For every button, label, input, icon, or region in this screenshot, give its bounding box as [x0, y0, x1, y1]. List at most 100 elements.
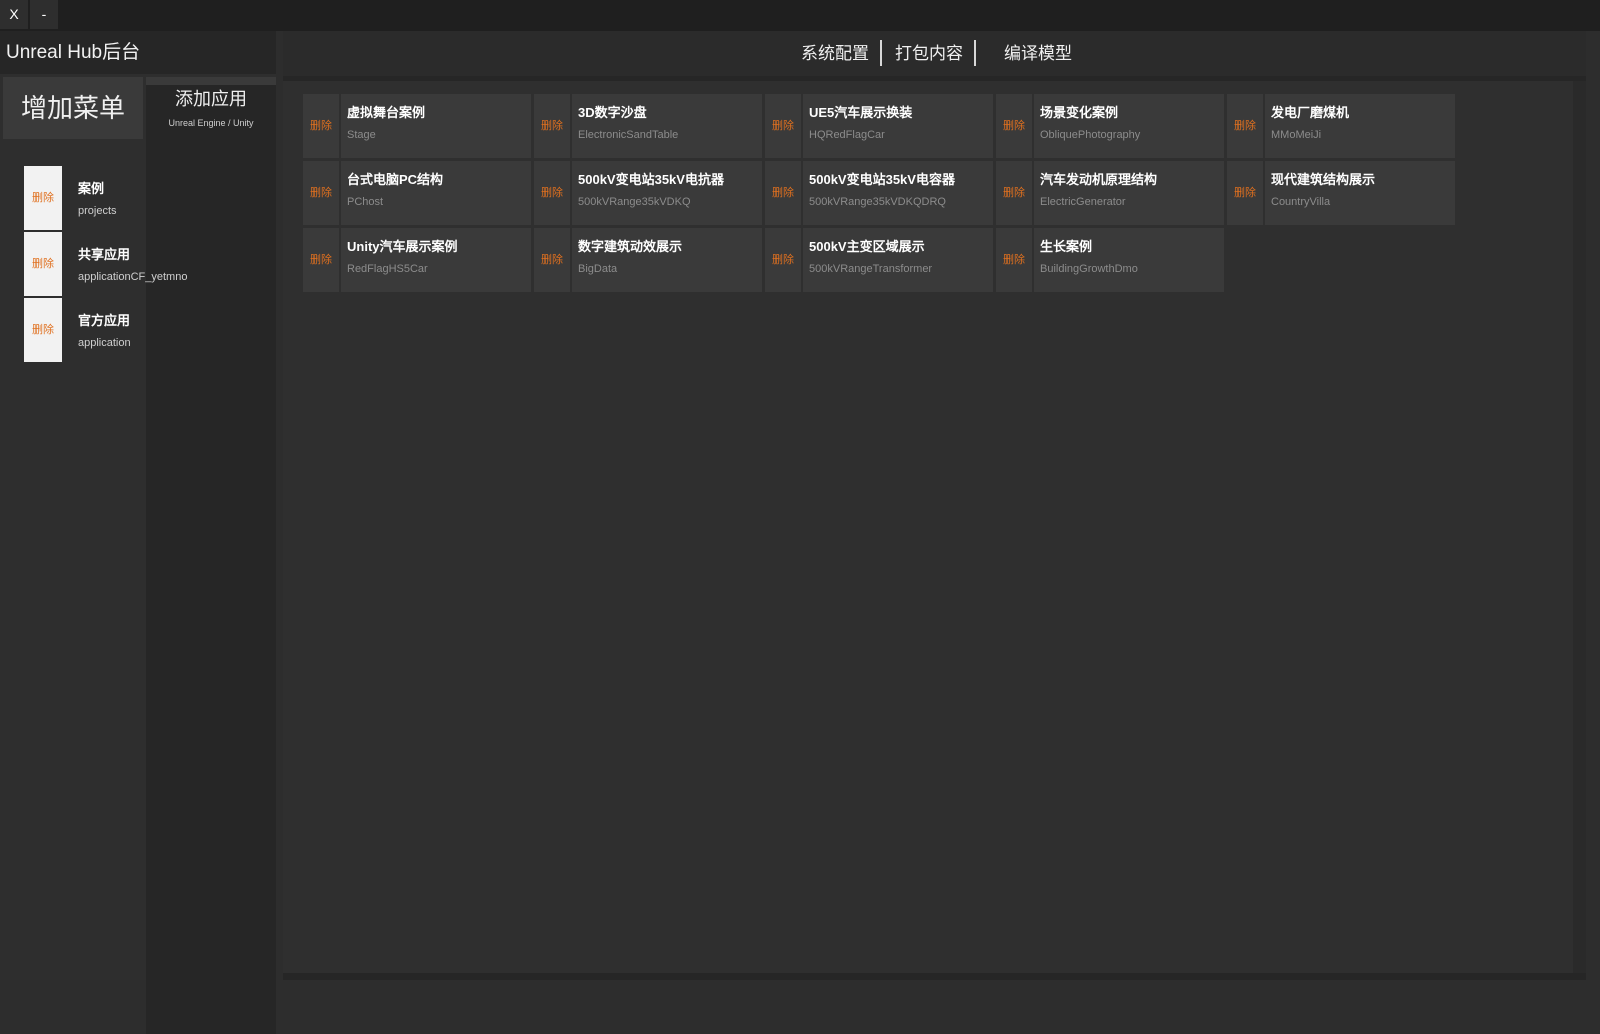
app-card[interactable]: 删除 Unity汽车展示案例 RedFlagHS5Car [303, 228, 531, 292]
menu-item-name: 案例 [78, 181, 105, 196]
title-bar: X - [0, 0, 1600, 31]
card-body[interactable]: 生长案例 BuildingGrowthDmo [1034, 228, 1224, 292]
card-delete-button[interactable]: 删除 [303, 161, 339, 225]
card-body[interactable]: 500kV变电站35kV电容器 500kVRange35kVDKQDRQ [803, 161, 993, 225]
add-app-sublabel: Unreal Engine / Unity [168, 118, 254, 128]
card-delete-button[interactable]: 删除 [996, 161, 1032, 225]
app-card[interactable]: 删除 500kV主变区域展示 500kVRangeTransformer [765, 228, 993, 292]
card-title: 500kV变电站35kV电容器 [809, 172, 955, 187]
card-body[interactable]: 发电厂磨煤机 MMoMeiJi [1265, 94, 1455, 158]
app-card[interactable]: 删除 虚拟舞台案例 Stage [303, 94, 531, 158]
menu-item-id: projects [78, 205, 117, 217]
card-delete-button[interactable]: 删除 [765, 228, 801, 292]
app-card[interactable]: 删除 500kV变电站35kV电容器 500kVRange35kVDKQDRQ [765, 161, 993, 225]
card-body[interactable]: 数字建筑动效展示 BigData [572, 228, 762, 292]
card-body[interactable]: 3D数字沙盘 ElectronicSandTable [572, 94, 762, 158]
menu-item-official-apps[interactable]: 删除 官方应用 application [24, 298, 264, 364]
card-title: 3D数字沙盘 [578, 105, 647, 120]
menu-list: 删除 案例 projects 删除 共享应用 applicationCF_yet… [24, 166, 264, 364]
card-delete-button[interactable]: 删除 [534, 94, 570, 158]
card-delete-button[interactable]: 删除 [1227, 161, 1263, 225]
card-title: UE5汽车展示换装 [809, 105, 913, 120]
app-card[interactable]: 删除 3D数字沙盘 ElectronicSandTable [534, 94, 762, 158]
card-delete-button[interactable]: 删除 [996, 94, 1032, 158]
card-subtitle: CountryVilla [1271, 196, 1331, 208]
app-card[interactable]: 删除 UE5汽车展示换装 HQRedFlagCar [765, 94, 993, 158]
card-subtitle: BuildingGrowthDmo [1040, 263, 1138, 275]
app-card[interactable]: 删除 发电厂磨煤机 MMoMeiJi [1227, 94, 1455, 158]
card-subtitle: MMoMeiJi [1271, 129, 1322, 141]
card-subtitle: ObliquePhotography [1040, 129, 1141, 141]
card-body[interactable]: 500kV变电站35kV电抗器 500kVRange35kVDKQ [572, 161, 762, 225]
app-card[interactable]: 删除 500kV变电站35kV电抗器 500kVRange35kVDKQ [534, 161, 762, 225]
card-title: 现代建筑结构展示 [1271, 172, 1376, 187]
card-delete-button[interactable]: 删除 [765, 161, 801, 225]
app-title: Unreal Hub后台 [0, 31, 276, 74]
menu-item-id: application [78, 337, 131, 349]
app-card[interactable]: 删除 场景变化案例 ObliquePhotography [996, 94, 1224, 158]
app-card[interactable]: 删除 数字建筑动效展示 BigData [534, 228, 762, 292]
card-body[interactable]: 汽车发动机原理结构 ElectricGenerator [1034, 161, 1224, 225]
card-subtitle: BigData [578, 263, 618, 275]
card-delete-button[interactable]: 删除 [303, 228, 339, 292]
menu-delete-button[interactable]: 删除 [24, 166, 62, 230]
menu-item-projects[interactable]: 删除 案例 projects [24, 166, 264, 232]
card-title: Unity汽车展示案例 [347, 239, 458, 254]
card-title: 500kV主变区域展示 [809, 239, 925, 254]
card-subtitle: 500kVRange35kVDKQ [578, 196, 691, 208]
tab-compile-model[interactable]: 编译模型 [1004, 31, 1072, 76]
card-delete-button[interactable]: 删除 [765, 94, 801, 158]
app-card[interactable]: 删除 现代建筑结构展示 CountryVilla [1227, 161, 1455, 225]
card-title: 汽车发动机原理结构 [1040, 172, 1158, 187]
app-card[interactable]: 删除 汽车发动机原理结构 ElectricGenerator [996, 161, 1224, 225]
card-delete-button[interactable]: 删除 [1227, 94, 1263, 158]
card-body[interactable]: 台式电脑PC结构 PChost [341, 161, 531, 225]
nav-divider [974, 40, 976, 66]
card-title: 场景变化案例 [1040, 105, 1119, 120]
top-nav: 系统配置 打包内容 编译模型 [283, 31, 1586, 76]
card-body[interactable]: UE5汽车展示换装 HQRedFlagCar [803, 94, 993, 158]
menu-item-name: 官方应用 [78, 313, 131, 328]
app-card[interactable]: 删除 台式电脑PC结构 PChost [303, 161, 531, 225]
card-subtitle: ElectronicSandTable [578, 129, 679, 141]
card-delete-button[interactable]: 删除 [534, 161, 570, 225]
card-subtitle: 500kVRangeTransformer [809, 263, 933, 275]
add-app-button[interactable]: 添加应用 Unreal Engine / Unity [146, 77, 276, 1034]
card-title: 生长案例 [1040, 239, 1093, 254]
app-grid-area: 删除 虚拟舞台案例 Stage 删除 3D数字沙盘 ElectronicSand… [283, 81, 1573, 973]
card-title: 台式电脑PC结构 [347, 172, 444, 187]
minimize-button[interactable]: - [30, 0, 58, 29]
menu-item-shared-apps[interactable]: 删除 共享应用 applicationCF_yetmno [24, 232, 264, 298]
menu-item-id: applicationCF_yetmno [78, 271, 188, 283]
card-body[interactable]: Unity汽车展示案例 RedFlagHS5Car [341, 228, 531, 292]
card-title: 虚拟舞台案例 [347, 105, 426, 120]
app-card[interactable]: 删除 生长案例 BuildingGrowthDmo [996, 228, 1224, 292]
card-delete-button[interactable]: 删除 [534, 228, 570, 292]
scrollbar-track[interactable] [1573, 81, 1586, 973]
menu-delete-button[interactable]: 删除 [24, 232, 62, 296]
card-body[interactable]: 500kV主变区域展示 500kVRangeTransformer [803, 228, 993, 292]
add-menu-button[interactable]: 增加菜单 [3, 77, 143, 139]
card-title: 500kV变电站35kV电抗器 [578, 172, 724, 187]
card-subtitle: PChost [347, 196, 384, 208]
card-body[interactable]: 场景变化案例 ObliquePhotography [1034, 94, 1224, 158]
card-body[interactable]: 现代建筑结构展示 CountryVilla [1265, 161, 1455, 225]
tab-system-config[interactable]: 系统配置 [801, 31, 869, 76]
card-subtitle: Stage [347, 129, 376, 141]
card-body[interactable]: 虚拟舞台案例 Stage [341, 94, 531, 158]
card-title: 发电厂磨煤机 [1271, 105, 1350, 120]
card-title: 数字建筑动效展示 [578, 239, 683, 254]
card-subtitle: HQRedFlagCar [809, 129, 885, 141]
main-panel: 系统配置 打包内容 编译模型 删除 虚拟舞台案例 Stage 删除 3D数字沙盘… [283, 31, 1586, 980]
card-subtitle: ElectricGenerator [1040, 196, 1126, 208]
card-subtitle: RedFlagHS5Car [347, 263, 428, 275]
menu-delete-button[interactable]: 删除 [24, 298, 62, 362]
card-delete-button[interactable]: 删除 [996, 228, 1032, 292]
nav-divider [880, 40, 882, 66]
menu-item-name: 共享应用 [78, 247, 131, 262]
card-delete-button[interactable]: 删除 [303, 94, 339, 158]
card-subtitle: 500kVRange35kVDKQDRQ [809, 196, 946, 208]
sidebar: Unreal Hub后台 增加菜单 添加应用 Unreal Engine / U… [0, 31, 276, 1034]
tab-package-content[interactable]: 打包内容 [895, 31, 963, 76]
close-button[interactable]: X [0, 0, 28, 29]
